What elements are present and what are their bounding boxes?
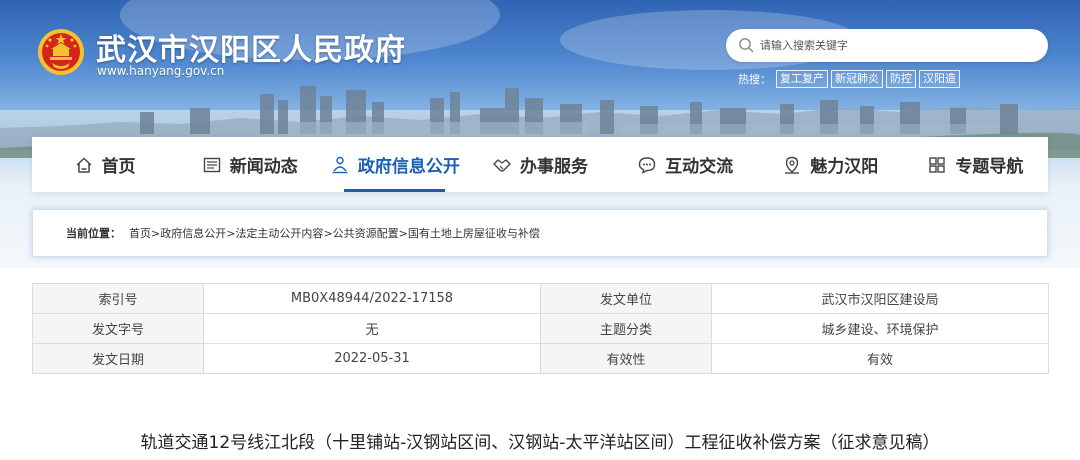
location-icon — [785, 156, 800, 174]
table-row: 索引号 MB0X48944/2022-17158 发文单位 武汉市汉阳区建设局 — [32, 283, 1049, 314]
hot-tag-xinguanfeiyan[interactable]: 新冠肺炎 — [831, 70, 883, 88]
meta-value-index: MB0X48944/2022-17158 — [203, 283, 541, 314]
search-icon[interactable] — [738, 37, 754, 53]
national-emblem-logo — [38, 29, 84, 75]
breadcrumb-separator: > — [398, 226, 408, 240]
nav-item-home[interactable]: 首页 — [32, 137, 177, 192]
breadcrumb: 当前位置： 首页 > 政府信息公开 > 法定主动公开内容 > 公共资源配置 > … — [32, 209, 1048, 257]
site-url: www.hanyang.gov.cn — [97, 64, 225, 78]
grid-icon — [929, 156, 946, 173]
breadcrumb-link-expropriation[interactable]: 国有土地上房屋征收与补偿 — [408, 225, 540, 241]
site-title[interactable]: 武汉市汉阳区人民政府 — [96, 25, 406, 69]
hot-tag-fangkong[interactable]: 防控 — [886, 70, 916, 88]
news-icon — [203, 157, 220, 172]
home-icon — [76, 157, 92, 173]
meta-value-doc-number: 无 — [203, 313, 541, 344]
nav-item-news[interactable]: 新闻动态 — [177, 137, 322, 192]
document-title: 轨道交通12号线江北段（十里铺站-汉钢站区间、汉钢站-太平洋站区间）工程征收补偿… — [140, 433, 940, 453]
handshake-icon — [493, 158, 511, 172]
meta-value-category: 城乡建设、环境保护 — [711, 313, 1049, 344]
chat-icon — [638, 156, 656, 174]
hot-search-row: 热搜： 复工复产 新冠肺炎 防控 汉阳造 — [738, 70, 960, 88]
nav-item-label: 新闻动态 — [229, 157, 298, 177]
nav-item-interaction[interactable]: 互动交流 — [613, 137, 758, 192]
meta-value-validity: 有效 — [711, 343, 1049, 374]
nav-item-label: 专题导航 — [955, 157, 1024, 177]
meta-label-index: 索引号 — [32, 283, 204, 314]
meta-label-category: 主题分类 — [540, 313, 712, 344]
nav-item-charm[interactable]: 魅力汉阳 — [758, 137, 903, 192]
meta-value-date: 2022-05-31 — [203, 343, 541, 374]
document-meta-table: 索引号 MB0X48944/2022-17158 发文单位 武汉市汉阳区建设局 … — [32, 283, 1049, 374]
government-icon — [332, 156, 348, 173]
search-input[interactable] — [760, 35, 1030, 56]
nav-item-label: 互动交流 — [665, 157, 734, 177]
breadcrumb-link-home[interactable]: 首页 — [129, 225, 151, 241]
table-row: 发文字号 无 主题分类 城乡建设、环境保护 — [32, 313, 1049, 344]
meta-label-doc-number: 发文字号 — [32, 313, 204, 344]
nav-item-label: 首页 — [101, 157, 136, 177]
meta-label-issuer: 发文单位 — [540, 283, 712, 314]
breadcrumb-link-statutory[interactable]: 法定主动公开内容 — [235, 225, 323, 241]
breadcrumb-separator: > — [151, 226, 161, 240]
table-row: 发文日期 2022-05-31 有效性 有效 — [32, 343, 1049, 374]
nav-item-label: 魅力汉阳 — [810, 157, 879, 177]
breadcrumb-link-public-resources[interactable]: 公共资源配置 — [333, 225, 399, 241]
nav-item-gov-info[interactable]: 政府信息公开 — [322, 137, 467, 192]
hot-tag-hanyangzao[interactable]: 汉阳造 — [919, 70, 960, 88]
meta-value-issuer: 武汉市汉阳区建设局 — [711, 283, 1049, 314]
breadcrumb-separator: > — [226, 226, 236, 240]
breadcrumb-separator: > — [323, 226, 333, 240]
nav-item-topics[interactable]: 专题导航 — [903, 137, 1048, 192]
nav-item-services[interactable]: 办事服务 — [467, 137, 612, 192]
hot-tag-fugongfuchan[interactable]: 复工复产 — [776, 70, 828, 88]
nav-item-label: 办事服务 — [519, 157, 588, 177]
breadcrumb-link-gov-info[interactable]: 政府信息公开 — [160, 225, 226, 241]
hot-search-label: 热搜： — [738, 73, 771, 86]
search-box[interactable] — [726, 29, 1048, 62]
nav-item-label: 政府信息公开 — [357, 157, 460, 177]
meta-label-date: 发文日期 — [32, 343, 204, 374]
breadcrumb-label: 当前位置： — [66, 227, 121, 240]
main-nav: 首页 新闻动态 政府信息公开 办事服务 互动交流 魅力汉阳 专题导航 — [32, 137, 1048, 192]
meta-label-validity: 有效性 — [540, 343, 712, 374]
